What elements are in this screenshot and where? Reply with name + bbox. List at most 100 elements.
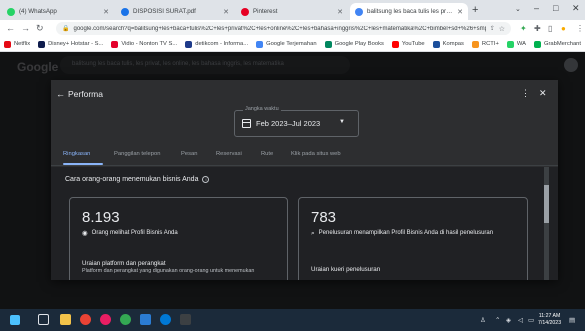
browser-tab-google-search[interactable]: balitsung les baca tulis les privat ✕ [350,3,468,20]
network-icon[interactable]: ◈ [506,316,511,324]
calendar-icon [242,119,251,128]
file-explorer-icon[interactable] [60,314,71,325]
active-tab-indicator [63,163,103,165]
dialog-title: Performa [68,89,103,99]
app-icon[interactable] [100,314,111,325]
tab-search-icon[interactable]: ⌄ [515,5,521,13]
edge-icon[interactable] [160,314,171,325]
notifications-icon[interactable]: ▤ [569,316,575,324]
bookmark-kompas[interactable]: Kompas [432,40,464,48]
bookmark-disney[interactable]: Disney+ Hotstar - S... [38,40,103,48]
bookmark-detikcom[interactable]: detikcom - Informa... [185,40,248,48]
bookmark-grabmerchant[interactable]: GrabMerchant [533,40,581,48]
close-tab-icon[interactable]: ✕ [103,8,109,16]
scrollbar-thumb[interactable] [544,185,549,223]
date-range-legend: Jangka waktu [243,106,281,112]
bookmark-netflix[interactable]: Netflix [4,40,30,48]
browser-toolbar: ← → ↻ 🔒 google.com/search?q=balitsung+le… [0,20,585,37]
section-heading: Cara orang-orang menemukan bisnis Anda i [65,176,210,183]
section-heading-text: Cara orang-orang menemukan bisnis Anda [65,176,199,183]
url-text: google.com/search?q=balitsung+les+baca+t… [73,25,486,32]
tab-strip: (4) WhatsApp ✕ DISPOSISI SURAT.pdf ✕ Pin… [0,0,585,20]
back-arrow-icon[interactable]: ← [6,23,15,33]
bookmark-wa[interactable]: WA [506,40,526,48]
close-tab-icon[interactable]: ✕ [223,8,229,16]
whatsapp-icon [7,7,15,16]
metric-label: Penelusuran menampilkan Profil Bisnis An… [318,230,494,236]
profile-views-metric: ◉ Orang melihat Profil Bisnis Anda [82,229,178,238]
minimize-button[interactable]: – [534,3,539,13]
browser-tab-whatsapp[interactable]: (4) WhatsApp ✕ [2,3,114,20]
profile-icon[interactable]: ● [561,24,566,33]
clock-date: 7/14/2023 [538,320,562,326]
browser-tab-pinterest[interactable]: Pinterest ✕ [236,3,348,20]
tab-panggilan-telepon[interactable]: Panggilan telepon [114,151,160,157]
maximize-button[interactable]: □ [553,3,558,13]
side-panel-icon[interactable]: ▯ [548,24,552,33]
disney-icon [38,40,46,48]
grab-icon [533,40,541,48]
date-range-select[interactable]: Jangka waktu Feb 2023–Jul 2023 ▼ [234,106,359,137]
dropdown-caret-icon: ▼ [339,119,345,125]
tab-label: DISPOSISI SURAT.pdf [133,8,196,15]
bookmark-rcti[interactable]: RCTI+ [471,40,499,48]
search-icon: ⌕ [311,230,315,237]
dialog-header: ← Performa ⋮ ✕ Jangka waktu Feb 2023–Jul… [51,80,558,144]
share-icon[interactable]: ⇪ [490,25,495,32]
search-queries-title: Uraian kueri penelusuran [311,266,381,273]
google-icon [355,7,363,16]
scrollbar[interactable] [544,167,549,280]
taskbar: ♙ ⌃ ◈ ◁ ▭ 11:27 AM 7/14/2023 ▤ [0,309,585,331]
metric-label: Orang melihat Profil Bisnis Anda [91,230,178,236]
bookmark-vidio[interactable]: Vidio - Nonton TV S... [111,40,177,48]
bookmark-google-translate[interactable]: Google Terjemahan [256,40,317,48]
whatsapp-icon [506,40,514,48]
tab-pesan[interactable]: Pesan [181,151,197,157]
windows-start-icon[interactable] [10,315,20,325]
tab-rute[interactable]: Rute [261,151,273,157]
people-icon[interactable]: ♙ [480,316,486,324]
bookmark-star-icon[interactable]: ☆ [499,25,505,33]
close-window-button[interactable]: ✕ [572,3,580,14]
chrome-menu-icon[interactable]: ⋮ [576,24,584,33]
netflix-icon [4,40,11,48]
tab-reservasi[interactable]: Reservasi [216,151,242,157]
forward-arrow-icon[interactable]: → [21,23,30,33]
tab-klik-situs-web[interactable]: Klik pada situs web [291,151,341,157]
back-arrow-icon[interactable]: ← [56,89,65,99]
date-range-value: Feb 2023–Jul 2023 [256,119,321,128]
tab-label: (4) WhatsApp [19,8,57,15]
translate-icon [256,40,264,48]
platform-breakdown-title: Uraian platform dan perangkat [82,260,166,267]
tray-chevron-icon[interactable]: ⌃ [495,316,500,324]
chrome-taskbar-icon[interactable] [80,314,91,325]
close-tab-icon[interactable]: ✕ [337,8,343,16]
tab-ringkasan[interactable]: Ringkasan [63,151,90,157]
profile-views-card: 8.193 ◉ Orang melihat Profil Bisnis Anda… [69,197,288,280]
searches-card: 783 ⌕ Penelusuran menampilkan Profil Bis… [298,197,528,280]
lock-icon: 🔒 [62,26,70,32]
store-icon[interactable] [180,314,191,325]
performance-dialog: ← Performa ⋮ ✕ Jangka waktu Feb 2023–Jul… [51,80,558,280]
close-tab-icon[interactable]: ✕ [457,8,463,16]
browser-tab-pdf[interactable]: DISPOSISI SURAT.pdf ✕ [116,3,234,20]
info-icon[interactable]: i [202,176,210,183]
task-view-icon[interactable] [38,314,49,325]
more-options-icon[interactable]: ⋮ [521,88,530,99]
kompas-icon [432,40,440,48]
close-icon[interactable]: ✕ [539,88,547,99]
taskbar-clock[interactable]: 11:27 AM 7/14/2023 [538,313,561,327]
extension-icon[interactable]: ✦ [520,24,527,33]
word-icon[interactable] [140,314,151,325]
address-bar[interactable]: 🔒 google.com/search?q=balitsung+les+baca… [56,22,511,35]
extensions-puzzle-icon[interactable]: ✚ [534,24,541,33]
volume-icon[interactable]: ◁ [518,316,523,324]
pdf-icon [121,7,129,16]
new-tab-button[interactable]: + [472,4,478,16]
bookmark-youtube[interactable]: YouTube [391,40,425,48]
app-icon[interactable] [120,314,131,325]
keyboard-icon[interactable]: ▭ [528,316,534,324]
reload-icon[interactable]: ↻ [36,23,44,34]
bookmark-play-books[interactable]: Google Play Books [324,40,384,48]
eye-icon: ◉ [82,230,88,237]
